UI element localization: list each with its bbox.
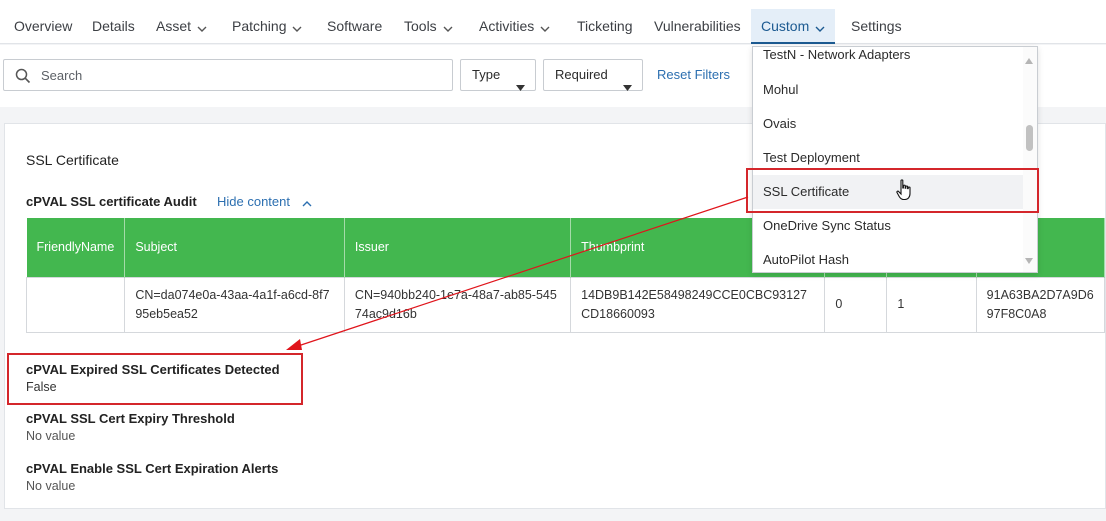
annotation-arrow	[286, 196, 749, 350]
hand-cursor-icon	[896, 179, 914, 204]
